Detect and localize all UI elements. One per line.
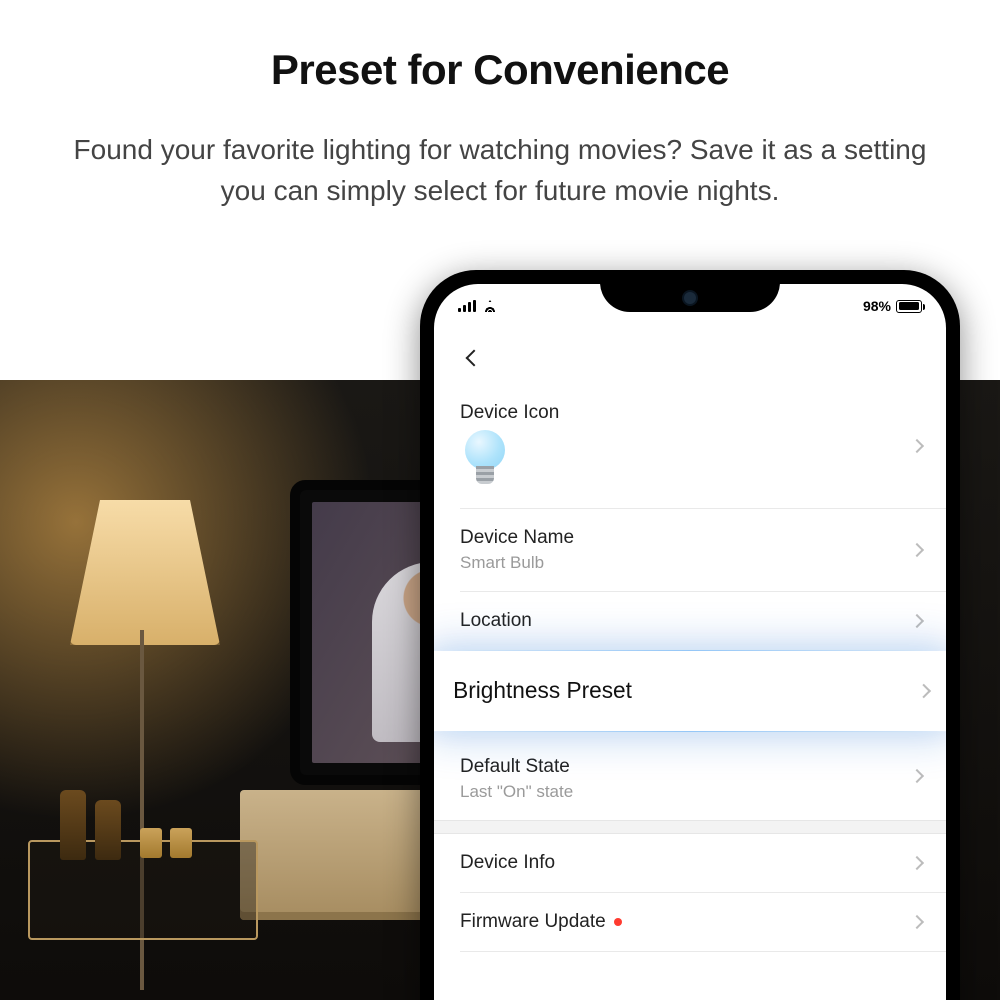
row-device-info[interactable]: Device Info <box>434 834 946 892</box>
row-value: Smart Bulb <box>460 553 920 573</box>
wifi-icon <box>482 300 498 312</box>
row-label: Location <box>460 610 920 632</box>
row-location[interactable]: Location <box>434 592 946 650</box>
row-value: Last "On" state <box>460 782 920 802</box>
back-button[interactable] <box>454 338 494 378</box>
update-dot-icon <box>614 918 622 926</box>
row-device-name[interactable]: Device Name Smart Bulb <box>434 509 946 591</box>
bulb-icon <box>460 430 510 490</box>
phone-frame: 98% Device Icon Device Name <box>420 270 960 1000</box>
row-label: Default State <box>460 756 920 778</box>
chevron-right-icon <box>910 439 924 453</box>
signal-icon <box>458 300 476 312</box>
row-label: Device Name <box>460 527 920 549</box>
row-brightness-preset[interactable]: Brightness Preset <box>434 651 946 731</box>
battery-text: 98% <box>863 298 891 314</box>
row-label: Device Info <box>460 852 920 874</box>
hero-title: Preset for Convenience <box>0 46 1000 94</box>
chevron-left-icon <box>466 350 483 367</box>
status-bar: 98% <box>434 284 946 328</box>
row-label: Firmware Update <box>460 911 920 933</box>
row-label: Device Icon <box>460 402 920 424</box>
row-firmware-update[interactable]: Firmware Update <box>434 893 946 951</box>
row-default-state[interactable]: Default State Last "On" state <box>434 732 946 820</box>
battery-icon <box>896 300 922 313</box>
row-device-icon[interactable]: Device Icon <box>434 384 946 508</box>
row-label: Brightness Preset <box>453 678 927 705</box>
hero-subtitle: Found your favorite lighting for watchin… <box>0 130 1000 211</box>
